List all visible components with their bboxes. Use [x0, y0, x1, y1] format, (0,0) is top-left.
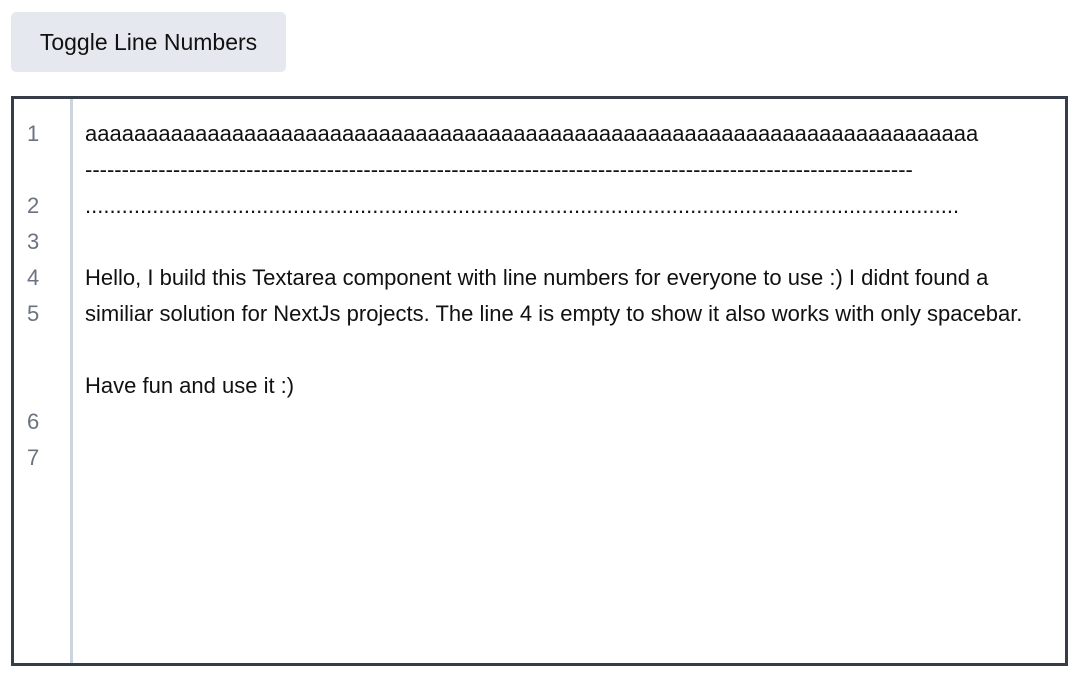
text-line-3: ........................................… — [85, 193, 960, 218]
line-number-wrap-spacer — [14, 332, 70, 368]
line-number-gutter: 1 2 3 4 5 6 7 — [14, 99, 73, 663]
line-number: 5 — [27, 301, 40, 326]
text-line-2: ----------------------------------------… — [85, 157, 913, 182]
line-number: 4 — [27, 265, 40, 290]
line-number-wrap-spacer — [14, 368, 70, 404]
line-number: 3 — [27, 229, 40, 254]
line-number: 1 — [27, 121, 40, 146]
line-number: 2 — [27, 193, 40, 218]
text-line-1: aaaaaaaaaaaaaaaaaaaaaaaaaaaaaaaaaaaaaaaa… — [85, 121, 979, 146]
textarea-input[interactable]: aaaaaaaaaaaaaaaaaaaaaaaaaaaaaaaaaaaaaaaa… — [73, 99, 1065, 663]
text-line-7: Have fun and use it :) — [85, 373, 295, 398]
line-numbered-textarea[interactable]: 1 2 3 4 5 6 7 aaaaaaaaaaaaaaaaaaaaaaaaaa… — [11, 96, 1068, 666]
toggle-line-numbers-button[interactable]: Toggle Line Numbers — [11, 12, 286, 72]
text-line-6 — [85, 332, 1055, 368]
line-number: 7 — [27, 445, 40, 470]
line-number-wrap-spacer — [14, 152, 70, 188]
text-line-5: Hello, I build this Textarea component w… — [85, 265, 1023, 326]
line-number: 6 — [27, 409, 40, 434]
text-line-4 — [85, 224, 1055, 260]
